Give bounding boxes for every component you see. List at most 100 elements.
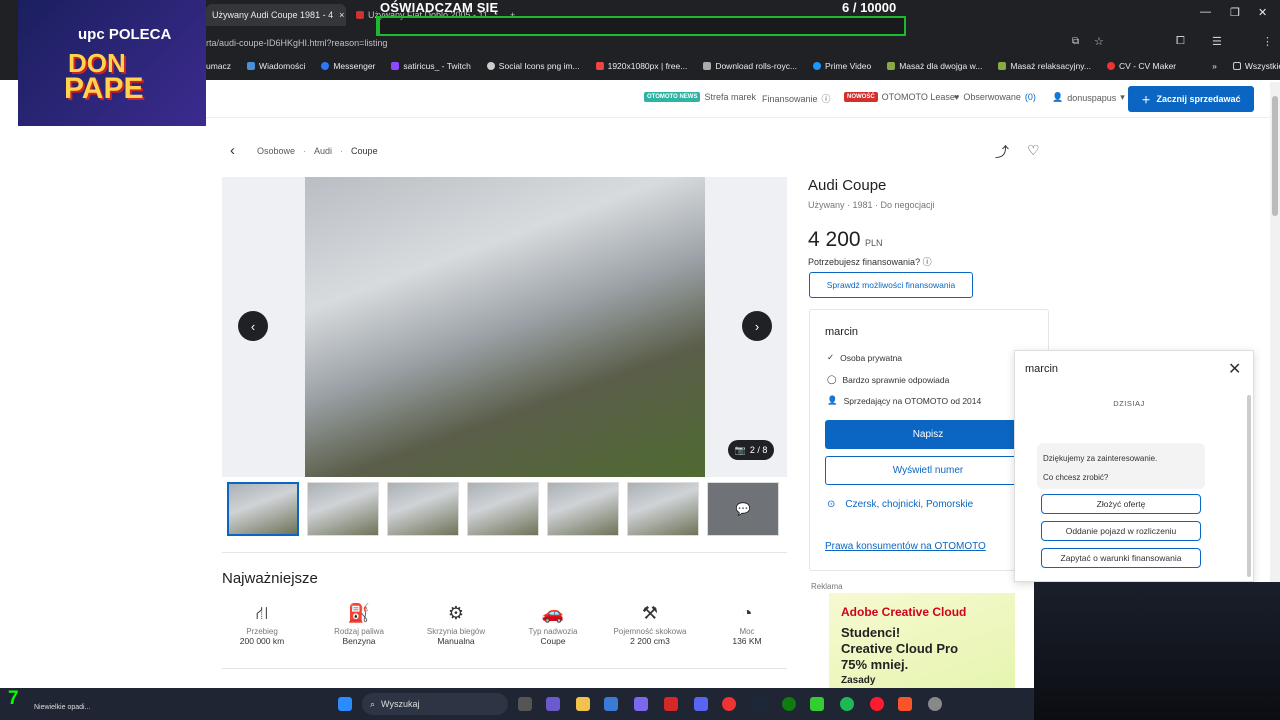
overlay-counter: 6 / 10000 <box>842 0 897 15</box>
thumbnail-strip: 💬 <box>227 482 779 536</box>
minimize-icon[interactable]: — <box>1200 6 1211 18</box>
breadcrumb-item[interactable]: Osobowe <box>257 146 295 156</box>
copilot-icon[interactable] <box>546 697 560 711</box>
thumbnail[interactable] <box>387 482 459 536</box>
bookmark-label: Download rolls-royc... <box>715 61 798 71</box>
watched-link[interactable]: ♥ Obserwowane (0) <box>954 92 1036 102</box>
car-photo[interactable] <box>305 177 705 477</box>
bookmark-item[interactable]: Masaż relaksacyjny... <box>998 61 1091 71</box>
bookmark-item[interactable]: Prime Video <box>813 61 871 71</box>
tab-audi[interactable]: Używany Audi Coupe 1981 - 4 × <box>206 4 346 26</box>
spotify-icon[interactable] <box>840 697 854 711</box>
consumer-rights-link[interactable]: Prawa konsumentów na OTOMOTO <box>825 541 986 552</box>
seller-row-text: Bardzo sprawnie odpowiada <box>842 374 950 385</box>
heart-outline-icon[interactable]: ♡ <box>1027 142 1040 162</box>
spec-body-type: 🚗 Typ nadwozia Coupe <box>513 603 593 646</box>
bookmark-item[interactable]: Social Icons png im... <box>486 61 580 71</box>
camera-icon: 📷 <box>734 444 746 455</box>
file-explorer-icon[interactable] <box>576 697 590 711</box>
maximize-icon[interactable]: ❐ <box>1230 6 1240 19</box>
thumbnail[interactable] <box>307 482 379 536</box>
task-view-icon[interactable] <box>518 697 532 711</box>
obs-icon[interactable] <box>928 697 942 711</box>
bookmark-item[interactable]: Download rolls-royc... <box>703 61 797 71</box>
chat-option-financing[interactable]: Zapytać o warunki finansowania <box>1041 548 1201 568</box>
chat-contact-name: marcin <box>1025 363 1059 375</box>
close-icon[interactable]: ✕ <box>1228 359 1241 379</box>
thumbnail[interactable] <box>547 482 619 536</box>
bookmark-item[interactable]: Wiadomości <box>247 61 305 71</box>
close-window-icon[interactable]: ✕ <box>1258 6 1267 19</box>
fuel-icon: ⛽ <box>347 603 371 623</box>
all-bookmarks[interactable]: Wszystkie zakładki <box>1232 61 1280 71</box>
brave-icon[interactable] <box>898 697 912 711</box>
bookmark-item[interactable]: Messenger <box>321 61 375 71</box>
financing-link[interactable]: Finansowanie ⓘ <box>762 92 831 105</box>
prev-photo-button[interactable]: ‹ <box>238 311 268 341</box>
info-icon[interactable]: ⓘ <box>923 257 932 267</box>
close-icon[interactable]: × <box>339 10 344 20</box>
app-icon[interactable] <box>634 697 648 711</box>
seller-response: ◯ Bardzo sprawnie odpowiada <box>827 374 949 385</box>
xbox-icon[interactable] <box>782 697 796 711</box>
write-button[interactable]: Napisz <box>825 420 1031 449</box>
spec-label: Typ nadwozia <box>528 627 578 636</box>
bookmark-item[interactable]: Masaż dla dwojga w... <box>887 61 982 71</box>
chat-option-trade-in[interactable]: Oddanie pojazd w rozliczeniu <box>1041 521 1201 541</box>
spec-value: 136 KM <box>732 636 762 646</box>
breadcrumb-item[interactable]: Coupe <box>351 146 378 156</box>
bookmark-item[interactable]: umacz <box>206 61 231 71</box>
ad-line[interactable]: Zasady <box>841 675 875 686</box>
thumbnail[interactable] <box>627 482 699 536</box>
windows-start-icon[interactable] <box>338 697 352 711</box>
weather-text[interactable]: Niewielkie opadi... <box>34 704 90 711</box>
install-icon[interactable]: ⧉ <box>1072 36 1079 47</box>
spec-gearbox: ⚙ Skrzynia biegów Manualna <box>416 603 496 646</box>
chat-message-line: Co chcesz zrobić? <box>1043 473 1109 482</box>
seller-location[interactable]: ⊙ Czersk, chojnicki, Pomorskie <box>827 499 973 510</box>
page-scroll-thumb[interactable] <box>1272 96 1278 216</box>
otomoto-favicon-icon <box>356 11 364 19</box>
extensions-icon[interactable]: ⧠ <box>1176 35 1185 48</box>
opera-icon[interactable] <box>870 697 884 711</box>
show-number-button[interactable]: Wyświetl numer <box>825 456 1031 485</box>
breadcrumb-item[interactable]: Audi <box>314 146 332 156</box>
chat-option-offer[interactable]: Złożyć ofertę <box>1041 494 1201 514</box>
app-icon[interactable] <box>810 697 824 711</box>
bookmark-star-icon[interactable]: ☆ <box>1094 35 1104 48</box>
brands-link[interactable]: OTOMOTO NEWS Strefa marek <box>644 92 756 102</box>
bookmark-item[interactable]: 1920x1080px | free... <box>595 61 687 71</box>
financing-question-text: Potrzebujesz finansowania? <box>808 257 921 267</box>
chrome-icon[interactable] <box>722 697 736 711</box>
store-icon[interactable] <box>604 697 618 711</box>
check-financing-button[interactable]: Sprawdź możliwości finansowania <box>809 272 973 298</box>
photo-gallery[interactable]: ‹ › 📷 2 / 8 <box>222 177 787 477</box>
divider <box>222 668 787 669</box>
app-icon[interactable] <box>664 697 678 711</box>
thumbnail[interactable] <box>467 482 539 536</box>
back-arrow-icon[interactable]: ‹ <box>230 142 235 159</box>
bookmark-item[interactable]: satiricus_ - Twitch <box>391 61 471 71</box>
steam-icon[interactable] <box>752 697 766 711</box>
bookmark-item[interactable]: CV - CV Maker <box>1106 61 1176 71</box>
image-icon <box>595 62 604 70</box>
thumbnail[interactable] <box>227 482 299 536</box>
share-icon[interactable]: ⤴ <box>995 142 1009 162</box>
more-bookmarks-icon[interactable]: » <box>1212 61 1217 71</box>
reading-list-icon[interactable]: ☰ <box>1212 35 1222 48</box>
adobe-ad[interactable]: Adobe Creative Cloud Studenci! Creative … <box>829 593 1015 688</box>
address-bar[interactable]: rta/audi-coupe-ID6HKgHI.html?reason=list… <box>206 34 1076 52</box>
don-pape-logo: upc POLECA DON PAPE <box>18 0 206 126</box>
chat-message-line: Dziękujemy za zainteresowanie. <box>1043 454 1158 463</box>
chat-scrollbar[interactable] <box>1247 395 1251 577</box>
menu-dots-icon[interactable]: ⋮ <box>1262 35 1273 48</box>
lease-link[interactable]: NOWOŚĆ OTOMOTO Lease <box>844 92 955 102</box>
listing-subtitle: Używany · 1981 · Do negocjacji <box>808 200 935 210</box>
taskbar-search[interactable]: ⌕ Wyszukaj <box>362 693 508 715</box>
logo-upc-text: upc POLECA <box>78 26 172 43</box>
next-photo-button[interactable]: › <box>742 311 772 341</box>
chat-bubble-icon[interactable]: 💬 <box>707 482 779 536</box>
discord-icon[interactable] <box>694 697 708 711</box>
user-menu[interactable]: 👤 donuspapus ▾ <box>1052 92 1125 103</box>
start-selling-button[interactable]: ＋ Zacznij sprzedawać <box>1128 86 1254 112</box>
